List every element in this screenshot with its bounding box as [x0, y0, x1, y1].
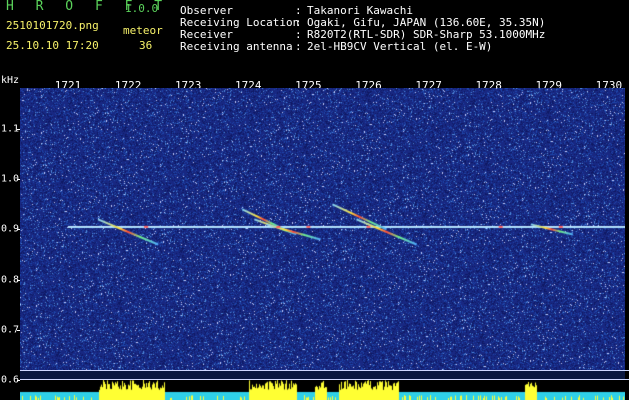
antenna-label: Receiving antenna: [180, 40, 293, 53]
filename: 2510101720.png: [6, 19, 99, 32]
spectrogram-waterfall: [20, 88, 625, 370]
frequency-axis: [0, 88, 20, 400]
datetime: 25.10.10 17:20: [6, 39, 99, 52]
antenna-value: 2el-HB9CV Vertical (el. E-W): [307, 40, 493, 53]
spectrogram-bottom-band: [20, 371, 625, 379]
antenna-colon: :: [295, 40, 302, 53]
header-panel: H R O F F T 1.0.0 2510101720.png meteor …: [0, 0, 629, 72]
event-count: 36: [139, 39, 153, 52]
frequency-unit-label: kHz: [1, 75, 20, 86]
separator-line-upper: [20, 370, 629, 371]
signal-level-histogram: [20, 380, 625, 400]
right-border: [625, 88, 629, 400]
app-version: 1.0.0: [125, 2, 159, 15]
event-label: meteor: [123, 24, 163, 37]
